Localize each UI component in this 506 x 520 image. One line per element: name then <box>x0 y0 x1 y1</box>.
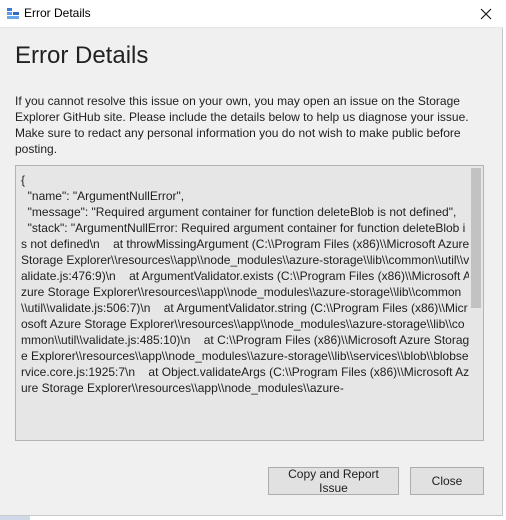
background-strip <box>0 516 30 520</box>
error-details-dialog: Error Details Error Details If you canno… <box>0 0 503 516</box>
copy-and-report-issue-button[interactable]: Copy and Report Issue <box>268 467 399 495</box>
close-button[interactable]: Close <box>410 467 484 495</box>
close-icon <box>480 8 492 20</box>
scrollbar-thumb[interactable] <box>471 168 481 308</box>
title-bar[interactable]: Error Details <box>0 0 503 28</box>
window-title: Error Details <box>24 6 91 20</box>
close-window-button[interactable] <box>475 3 497 25</box>
description-text: If you cannot resolve this issue on your… <box>15 94 469 156</box>
error-details-text[interactable]: { "name": "ArgumentNullError", "message"… <box>21 172 471 440</box>
error-details-textbox[interactable]: { "name": "ArgumentNullError", "message"… <box>15 165 484 441</box>
storage-explorer-icon <box>6 7 20 21</box>
vertical-scrollbar[interactable] <box>469 166 483 440</box>
page-title: Error Details <box>15 42 149 69</box>
